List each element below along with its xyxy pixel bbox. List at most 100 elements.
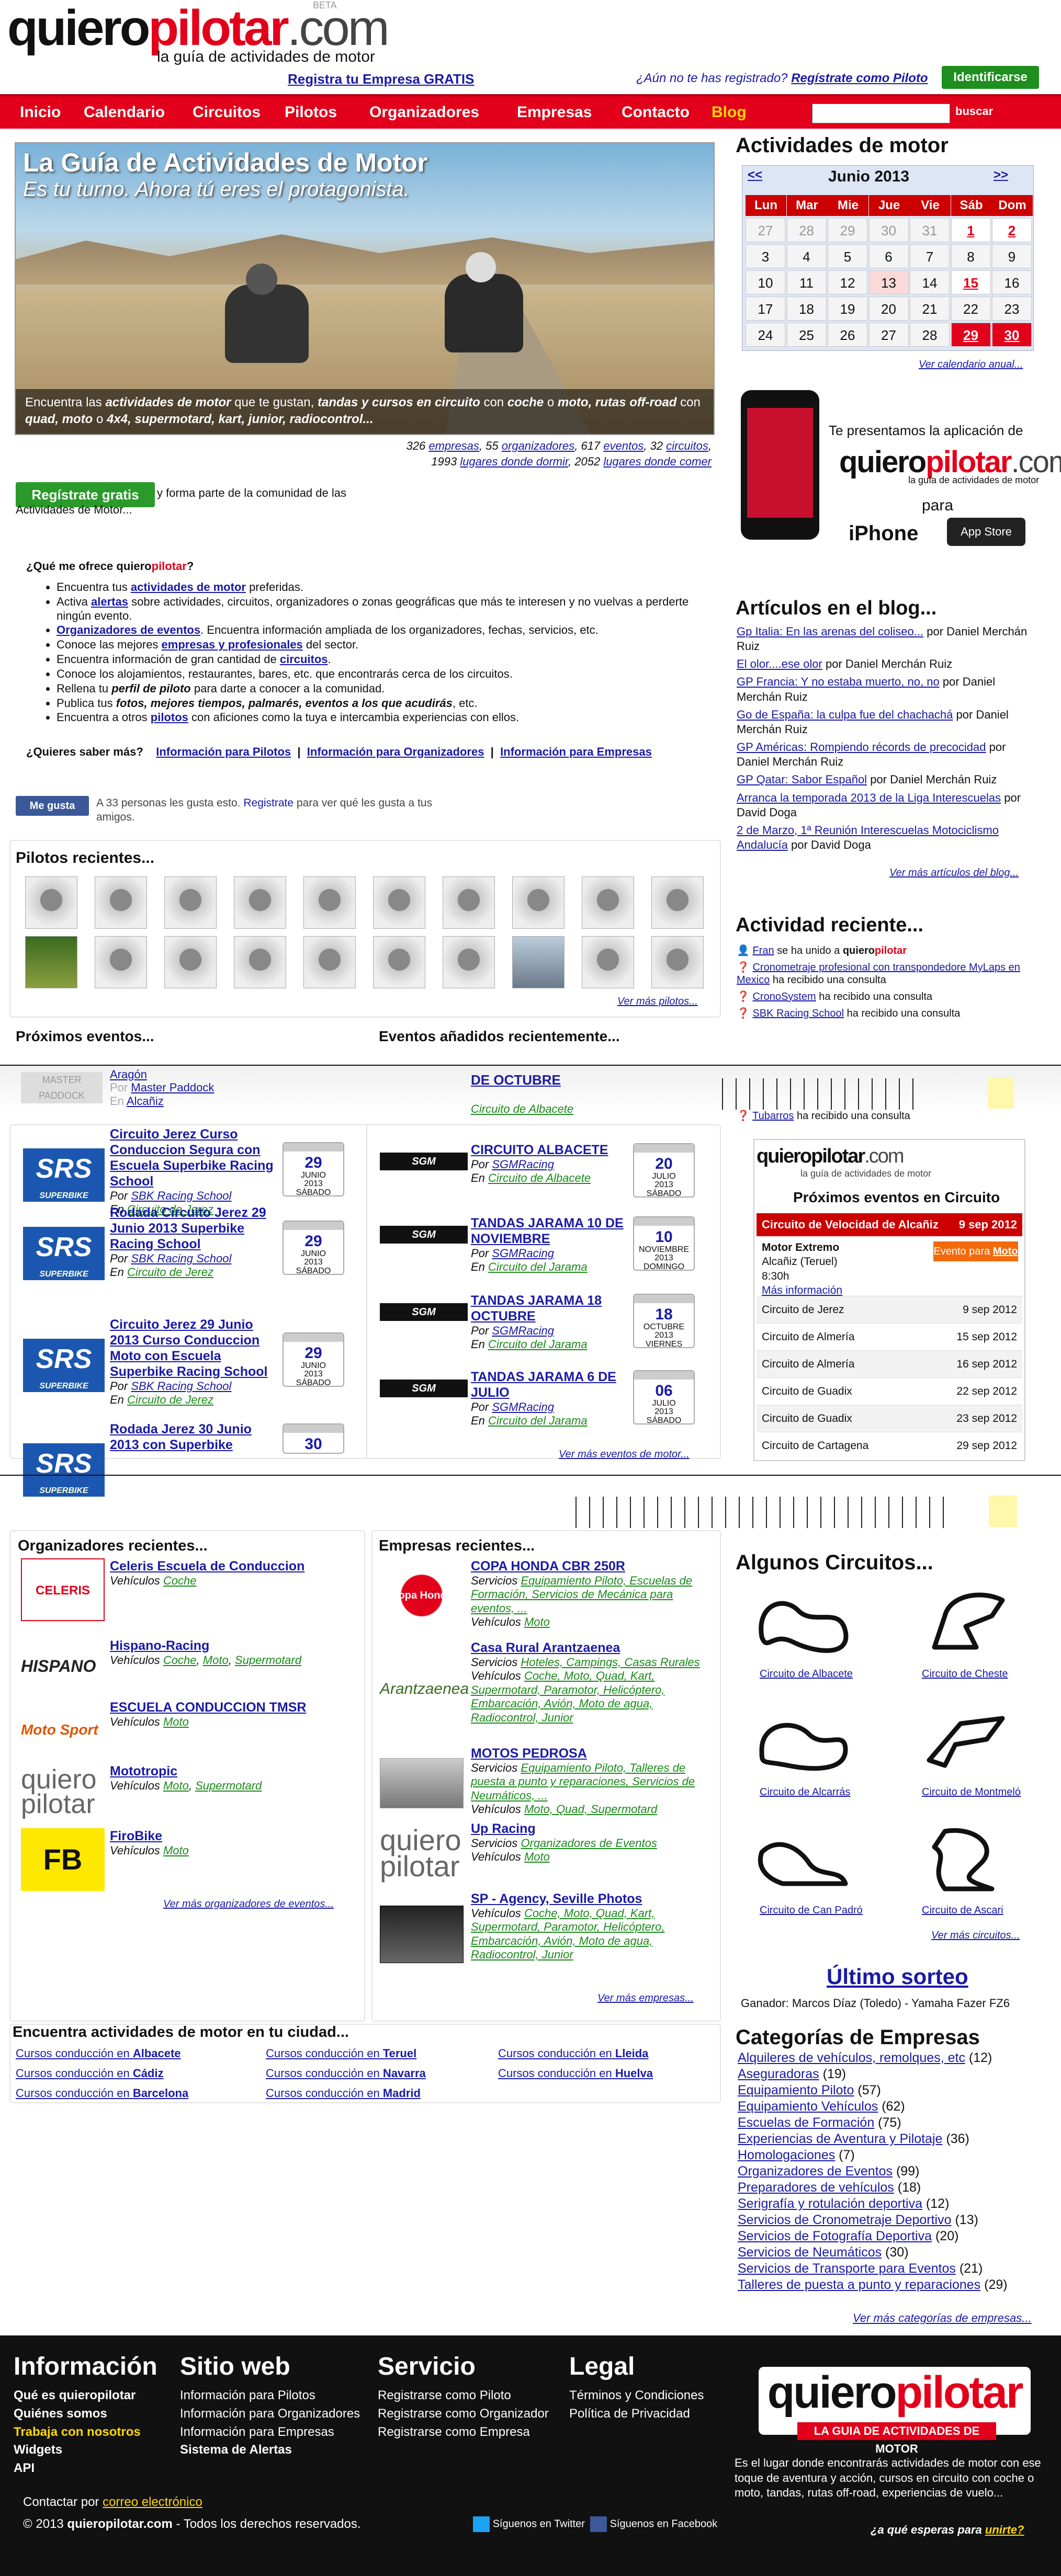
pilot-avatar[interactable] bbox=[25, 936, 77, 988]
event-place-link[interactable]: Circuito del Jarama bbox=[488, 1414, 588, 1427]
nav-item-contacto[interactable]: Contacto bbox=[622, 104, 690, 121]
register-company-link[interactable]: Registra tu Empresa GRATIS bbox=[288, 71, 474, 87]
nav-item-calendario[interactable]: Calendario bbox=[84, 104, 165, 121]
facebook-follow[interactable]: Síguenos en Facebook bbox=[590, 2516, 717, 2532]
offer-link[interactable]: alertas bbox=[91, 595, 128, 608]
nav-item-inicio[interactable]: Inicio bbox=[20, 104, 61, 121]
info-organizadores-link[interactable]: Información para Organizadores bbox=[307, 745, 484, 758]
event-title-link[interactable]: Rodada Circuito Jerez 29 Junio 2013 Supe… bbox=[110, 1205, 277, 1252]
circuit-name-link[interactable]: Circuito de Montmeló bbox=[922, 1786, 1021, 1798]
search-input[interactable] bbox=[812, 104, 950, 123]
event-type-button[interactable]: Evento para Moto bbox=[933, 1241, 1018, 1261]
facebook-like-button[interactable]: Me gusta bbox=[16, 796, 89, 816]
empresa-vehicles-links[interactable]: Moto bbox=[524, 1850, 550, 1863]
footer-link[interactable]: Trabaja con nosotros bbox=[14, 2423, 141, 2442]
event-org-link[interactable]: SBK Racing School bbox=[131, 1252, 231, 1265]
pilot-avatar[interactable] bbox=[164, 936, 217, 988]
vehicle-link[interactable]: Moto bbox=[163, 1779, 189, 1792]
nav-item-circuitos[interactable]: Circuitos bbox=[193, 104, 261, 121]
categoria-link[interactable]: Serigrafía y rotulación deportiva bbox=[738, 2196, 922, 2211]
pilot-avatar[interactable] bbox=[95, 936, 147, 988]
pilot-avatar[interactable] bbox=[512, 876, 565, 929]
categoria-link[interactable]: Aseguradoras bbox=[738, 2067, 819, 2081]
pilot-avatar[interactable] bbox=[25, 876, 77, 929]
categoria-link[interactable]: Preparadores de vehículos bbox=[738, 2180, 894, 2195]
event-org-link[interactable]: SGMRacing bbox=[492, 1400, 554, 1414]
empresa-name-link[interactable]: Up Racing bbox=[471, 1821, 701, 1837]
widget-row[interactable]: Circuito de Cartagena 29 sep 2012 bbox=[757, 1432, 1022, 1459]
footer-link[interactable]: Registrarse como Piloto bbox=[378, 2387, 549, 2405]
event-title-link[interactable]: Circuito Jerez Curso Conduccion Segura c… bbox=[110, 1126, 277, 1189]
facebook-register-link[interactable]: Registrate bbox=[243, 797, 294, 809]
footer-join-link[interactable]: unirte? bbox=[985, 2523, 1024, 2536]
circuit-name-link[interactable]: Circuito de Cheste bbox=[922, 1668, 1008, 1680]
event-org-link[interactable]: SBK Racing School bbox=[131, 1380, 231, 1393]
pilot-avatar[interactable] bbox=[443, 876, 495, 929]
event-cut-right[interactable]: DE OCTUBRE bbox=[471, 1072, 561, 1088]
pilot-avatar[interactable] bbox=[512, 936, 565, 988]
circuit-thumb[interactable] bbox=[751, 1703, 856, 1786]
org-name-link[interactable]: Celeris Escuela de Conduccion bbox=[110, 1558, 356, 1574]
org-name-link[interactable]: FiroBike bbox=[110, 1828, 356, 1844]
footer-email-link[interactable]: correo electrónico bbox=[103, 2495, 202, 2509]
footer-link[interactable]: Términos y Condiciones bbox=[569, 2387, 704, 2405]
categoria-link[interactable]: Homologaciones bbox=[738, 2148, 835, 2162]
event-place-link[interactable]: Circuito del Jarama bbox=[488, 1260, 588, 1273]
circuit-name-link[interactable]: Circuito de Alcarrás bbox=[760, 1786, 850, 1798]
footer-link[interactable]: Registrarse como Empresa bbox=[378, 2423, 549, 2442]
city-link[interactable]: Cursos conducción en Cádiz bbox=[16, 2067, 164, 2080]
stats-dormir-link[interactable]: lugares donde dormir bbox=[460, 455, 568, 468]
event-title-link[interactable]: TANDAS JARAMA 18 OCTUBRE bbox=[471, 1293, 628, 1324]
pilot-avatar[interactable] bbox=[651, 936, 704, 988]
circuit-thumb[interactable] bbox=[913, 1703, 1018, 1786]
event-place-link[interactable]: Circuito de Albacete bbox=[488, 1171, 591, 1184]
vehicle-link[interactable]: Moto bbox=[163, 1844, 189, 1857]
calendar-day[interactable]: 30 bbox=[992, 323, 1032, 347]
more-orgs-link[interactable]: Ver más organizadores de eventos... bbox=[163, 1898, 334, 1910]
event-org-link[interactable]: SBK Racing School bbox=[131, 1189, 231, 1202]
widget-row[interactable]: Circuito de Guadix 22 sep 2012 bbox=[757, 1377, 1022, 1405]
event-cut-right-place[interactable]: Circuito de Albacete bbox=[471, 1102, 573, 1116]
pilot-avatar[interactable] bbox=[234, 936, 286, 988]
event-title-link[interactable]: Circuito Jerez 29 Junio 2013 Curso Condu… bbox=[110, 1317, 277, 1380]
stats-circuitos-link[interactable]: circuitos bbox=[666, 439, 708, 452]
widget-row[interactable]: Circuito de Almería 16 sep 2012 bbox=[757, 1350, 1022, 1377]
event-title-link[interactable]: CIRCUITO ALBACETE bbox=[471, 1142, 628, 1158]
categoria-link[interactable]: Servicios de Fotografía Deportiva bbox=[738, 2229, 932, 2243]
footer-link[interactable]: Registrarse como Organizador bbox=[378, 2405, 549, 2423]
footer-link[interactable]: Widgets bbox=[14, 2441, 141, 2459]
pilot-avatar[interactable] bbox=[95, 876, 147, 929]
blog-link[interactable]: GP Américas: Rompiendo récords de precoc… bbox=[737, 740, 986, 754]
categoria-link[interactable]: Escuelas de Formación bbox=[738, 2115, 874, 2130]
vehicle-link[interactable]: Moto bbox=[163, 1715, 189, 1728]
categoria-link[interactable]: Experiencias de Aventura y Pilotaje bbox=[738, 2132, 942, 2146]
stats-eventos-link[interactable]: eventos bbox=[603, 439, 644, 452]
circuit-thumb[interactable] bbox=[913, 1821, 1018, 1905]
activity-company-link[interactable]: Tubarros bbox=[752, 1110, 794, 1122]
empresa-vehicles-links[interactable]: Moto, Quad, Supermotard bbox=[524, 1803, 657, 1816]
empresa-name-link[interactable]: COPA HONDA CBR 250R bbox=[471, 1558, 701, 1574]
circuit-thumb[interactable] bbox=[751, 1821, 856, 1905]
stats-empresas-link[interactable]: empresas bbox=[428, 439, 479, 452]
calendar-day[interactable]: 2 bbox=[992, 218, 1032, 242]
more-empresas-link[interactable]: Ver más empresas... bbox=[597, 1992, 694, 2004]
widget-more-info-link[interactable]: Más información bbox=[762, 1284, 842, 1296]
footer-link[interactable]: Quiénes somos bbox=[14, 2405, 141, 2423]
event-cut-place[interactable]: Alcañiz bbox=[127, 1095, 164, 1108]
categoria-link[interactable]: Servicios de Transporte para Eventos bbox=[738, 2261, 956, 2276]
circuit-thumb[interactable] bbox=[913, 1585, 1018, 1668]
calendar-day[interactable]: 1 bbox=[951, 218, 991, 242]
sorteo-title[interactable]: Último sorteo bbox=[827, 1964, 968, 1989]
event-org-link[interactable]: SGMRacing bbox=[492, 1247, 554, 1260]
vehicle-link[interactable]: Supermotard bbox=[195, 1779, 262, 1792]
categoria-link[interactable]: Alquileres de vehículos, remolques, etc bbox=[738, 2050, 965, 2065]
empresa-name-link[interactable]: SP - Agency, Seville Photos bbox=[471, 1891, 701, 1907]
org-name-link[interactable]: Hispano-Racing bbox=[110, 1638, 356, 1654]
city-link[interactable]: Cursos conducción en Lleida bbox=[498, 2047, 648, 2060]
widget-row[interactable]: Circuito de Jerez 9 sep 2012 bbox=[757, 1296, 1022, 1323]
event-place-link[interactable]: Circuito de Jerez bbox=[127, 1393, 213, 1406]
calendar-annual-link[interactable]: Ver calendario anual... bbox=[919, 359, 1023, 371]
circuit-name-link[interactable]: Circuito de Ascari bbox=[922, 1905, 1003, 1917]
calendar-prev[interactable]: << bbox=[748, 168, 762, 183]
pilot-avatar[interactable] bbox=[234, 876, 286, 929]
